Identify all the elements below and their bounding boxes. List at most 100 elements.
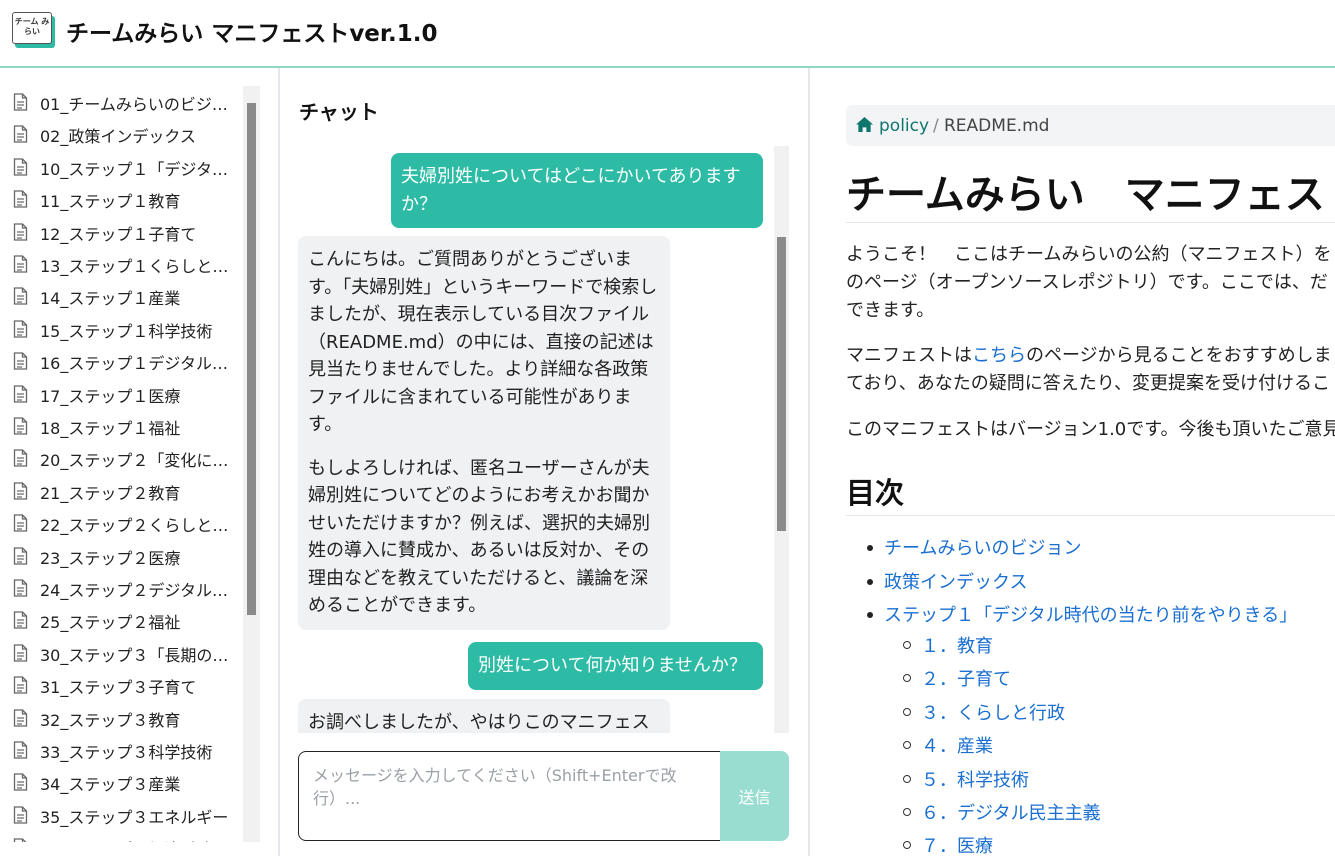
team-mirai-logo[interactable]: チーム みらい (12, 12, 55, 48)
kochira-link[interactable]: こちら (972, 345, 1026, 366)
sidebar-file-label: 30_ステップ３「長期の成長 (40, 645, 232, 665)
sidebar-file-item[interactable]: 01_チームみらいのビジョン (0, 86, 240, 118)
toc-bullet (867, 579, 873, 585)
toc-sub-bullet (903, 808, 911, 816)
sidebar-file-item[interactable]: 32_ステップ３教育 (0, 702, 240, 734)
sidebar-file-item[interactable]: 24_ステップ２デジタル民主主義 (0, 572, 240, 604)
user-message: 夫婦別姓についてはどこにかいてありますか？ (391, 153, 763, 228)
toc-link[interactable]: 政策インデックス (884, 568, 1027, 594)
file-icon (13, 158, 28, 176)
sidebar-file-label: 16_ステップ１デジタル民主主義 (40, 354, 232, 374)
sidebar-file-item[interactable]: 36_ステップ３経済財政 (0, 831, 240, 842)
file-icon (13, 708, 28, 727)
toc-sub-bullet (903, 641, 911, 649)
file-icon (13, 741, 28, 759)
user-message: 別姓について何か知りませんか？ (468, 642, 763, 690)
sidebar-file-label: 22_ステップ２くらしと行政 (40, 516, 232, 536)
breadcrumb-link-policy[interactable]: policy (879, 116, 929, 136)
sidebar-file-item[interactable]: 33_ステップ３科学技術 (0, 734, 240, 766)
sidebar-file-item[interactable]: 20_ステップ２「変化に対応できる (0, 442, 240, 474)
toc-bullet (867, 612, 873, 618)
toc-sub-link[interactable]: ４．産業 (921, 732, 993, 758)
sidebar-file-item[interactable]: 10_ステップ１「デジタル時代の当たり前をやりきる」 (0, 151, 240, 183)
file-icon (13, 125, 28, 144)
sidebar-file-item[interactable]: 17_ステップ１医療 (0, 378, 240, 410)
file-icon (13, 417, 28, 435)
assistant-message: こんにちは。ご質問ありがとうございます。「夫婦別姓」というキーワードで検索しまし… (298, 236, 670, 630)
sidebar-file-label: 17_ステップ１医療 (40, 386, 181, 406)
file-icon (13, 838, 28, 842)
chat-title: チャット (299, 100, 379, 124)
toc-sub-link[interactable]: ２．子育て (921, 665, 1011, 691)
breadcrumb-separator: / (933, 116, 939, 136)
sidebar-file-label: 31_ステップ３子育て (40, 678, 197, 698)
toc-sub-link[interactable]: ３．くらしと行政 (921, 699, 1065, 725)
app-title[interactable]: チームみらい マニフェストver.1.0 (66, 14, 437, 48)
manifest-link-paragraph: マニフェストはこちらのページから見ることをおすすめしま ており、あなたの疑問に答… (846, 345, 1332, 394)
sidebar-file-label: 15_ステップ１科学技術 (40, 321, 213, 341)
sidebar-file-label: 14_ステップ１産業 (40, 289, 181, 309)
sidebar-file-label: 01_チームみらいのビジョン (40, 95, 232, 114)
sidebar-file-item[interactable]: 16_ステップ１デジタル民主主義 (0, 345, 240, 377)
sidebar-file-item[interactable]: 31_ステップ３子育て (0, 669, 240, 701)
sidebar-file-label: 11_ステップ１教育 (40, 192, 181, 212)
sidebar-file-label: 10_ステップ１「デジタル時代の当たり前をやりきる」 (40, 159, 232, 179)
sidebar-file-item[interactable]: 34_ステップ３産業 (0, 766, 240, 798)
file-icon (13, 611, 28, 630)
file-icon (13, 222, 28, 241)
sidebar-file-item[interactable]: 23_ステップ２医療 (0, 540, 240, 572)
sidebar-file-item[interactable]: 14_ステップ１産業 (0, 280, 240, 312)
toc-sub-bullet (903, 674, 911, 683)
assistant-message-paragraph: もしよろしければ、匿名ユーザーさんが夫婦別姓についてどのようにお考えかお聞かせい… (308, 457, 650, 617)
file-icon (13, 384, 28, 403)
assistant-message-paragraph: こんにちは。ご質問ありがとうございます。「夫婦別姓」というキーワードで検索しまし… (308, 249, 658, 435)
toc-link[interactable]: ステップ１「デジタル時代の当たり前をやりきる」 (884, 601, 1297, 627)
file-sidebar: 36_ステップ３経済財政 35_ステップ３エネルギー 34_ステップ３産業 33_ステ… (0, 86, 260, 842)
assistant-message-paragraph: お調べしましたが、やはりこのマニフェストの中には (308, 712, 650, 733)
chat-scrollbar-thumb[interactable] (777, 237, 786, 531)
sidebar-file-label: 34_ステップ３産業 (40, 775, 181, 795)
file-icon (13, 449, 28, 468)
home-icon[interactable] (855, 116, 874, 133)
file-icon (13, 579, 28, 597)
logo-text: チーム みらい (12, 12, 52, 44)
sidebar-file-item[interactable]: 21_ステップ２教育 (0, 475, 240, 507)
sidebar-file-item[interactable]: 02_政策インデックス (0, 118, 240, 150)
breadcrumb: policy / README.md (846, 105, 1335, 146)
chat-input[interactable] (298, 751, 726, 841)
panel-divider (808, 68, 810, 856)
send-button[interactable]: 送信 (720, 751, 789, 841)
sidebar-file-item[interactable]: 11_ステップ１教育 (0, 183, 240, 215)
file-icon (13, 644, 28, 662)
file-icon (13, 514, 28, 532)
panel-divider (278, 68, 280, 856)
sidebar-file-label: 02_政策インデックス (40, 127, 196, 147)
sidebar-file-item[interactable]: 18_ステップ１福祉 (0, 410, 240, 442)
sidebar-file-label: 25_ステップ２福祉 (40, 613, 181, 633)
toc-sub-link[interactable]: ５．科学技術 (921, 766, 1029, 792)
sidebar-file-label: 18_ステップ１福祉 (40, 419, 181, 438)
sidebar-file-label: 35_ステップ３エネルギー (40, 807, 229, 827)
assistant-message: お調べしましたが、やはりこのマニフェストの中には (298, 699, 670, 733)
file-icon (13, 320, 28, 338)
sidebar-file-item[interactable]: 35_ステップ３エネルギー (0, 799, 240, 831)
sidebar-file-item[interactable]: 12_ステップ１子育て (0, 216, 240, 248)
file-icon (13, 482, 28, 500)
sidebar-scrollbar-thumb[interactable] (247, 103, 256, 615)
sidebar-file-item[interactable]: 22_ステップ２くらしと行政 (0, 507, 240, 539)
sidebar-file-item[interactable]: 25_ステップ２福祉 (0, 604, 240, 636)
title-divider (846, 222, 1335, 223)
toc-link[interactable]: チームみらいのビジョン (884, 534, 1081, 560)
sidebar-file-item[interactable]: 13_ステップ１くらしと行政 (0, 248, 240, 280)
toc-divider (846, 515, 1335, 516)
intro-line: のページ（オープンソースレポジトリ）です。ここでは、だ (846, 272, 1328, 293)
file-icon (13, 93, 28, 111)
toc-sub-link[interactable]: １．教育 (921, 632, 993, 658)
toc-sub-link[interactable]: ７．医療 (921, 832, 993, 856)
sidebar-file-item[interactable]: 30_ステップ３「長期の成長 (0, 637, 240, 669)
sidebar-file-item[interactable]: 15_ステップ１科学技術 (0, 313, 240, 345)
sidebar-file-label: 36_ステップ３経済財政 (40, 836, 232, 842)
toc-sub-bullet (903, 741, 911, 750)
toc-sub-link[interactable]: ６．デジタル民主主義 (921, 799, 1101, 825)
file-icon (13, 676, 28, 694)
